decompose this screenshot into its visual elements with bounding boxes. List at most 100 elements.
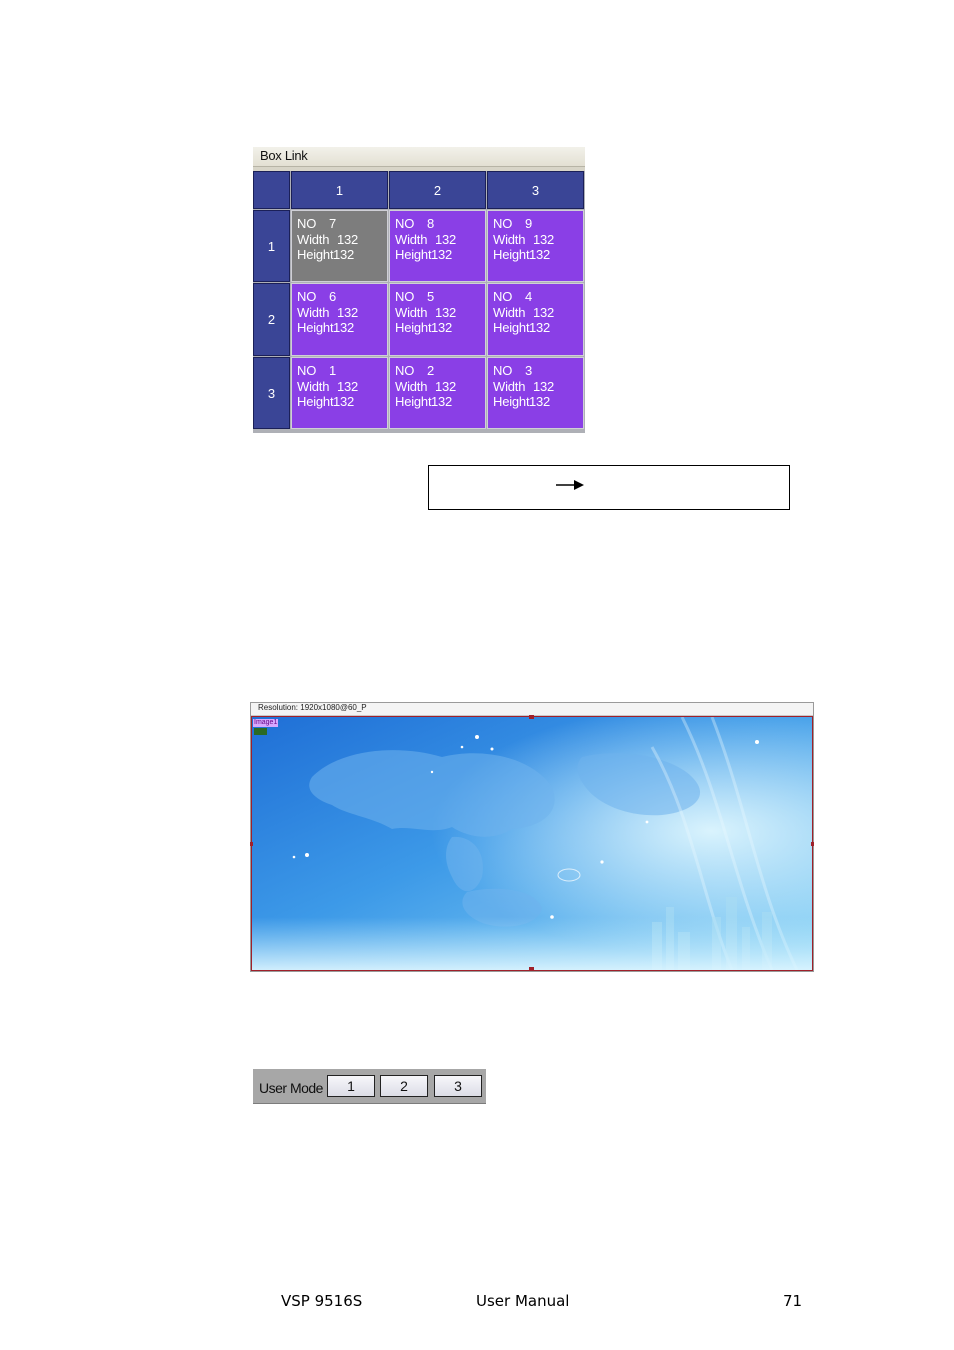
cell-no-label: NO	[297, 363, 317, 378]
user-mode-button-2[interactable]: 2	[380, 1075, 428, 1097]
cell-no-value: 8	[427, 216, 435, 231]
resolution-preview: Resolution: 1920x1080@60_P Image1	[250, 702, 814, 972]
row-header-2: 2	[253, 283, 290, 356]
resize-handle-left[interactable]	[250, 842, 253, 846]
user-mode-button-1[interactable]: 1	[327, 1075, 375, 1097]
cell-width-value: 132	[337, 304, 359, 320]
cell-width-label: Width	[395, 231, 428, 247]
cell-no-value: 5	[427, 289, 435, 304]
cell-width-value: 132	[533, 231, 555, 247]
cell-height-line: Height132	[297, 394, 387, 410]
cell-height-line: Height132	[297, 320, 387, 336]
cell-no-value: 6	[329, 289, 337, 304]
cell-no-label: NO	[395, 216, 415, 231]
cell-no-label: NO	[297, 289, 317, 304]
cell-width-label: Width	[395, 378, 428, 394]
cell-no-value: 7	[329, 216, 337, 231]
row-header-3: 3	[253, 357, 290, 429]
cell-no-line: NO 8	[395, 216, 485, 232]
box-cell[interactable]: NO 6 Width 132 Height132	[291, 283, 388, 356]
box-cell[interactable]: NO 5 Width 132 Height132	[389, 283, 486, 356]
cell-height-value: 132	[529, 320, 551, 335]
column-header-1: 1	[291, 171, 388, 209]
cell-no-label: NO	[395, 289, 415, 304]
cell-no-value: 2	[427, 363, 435, 378]
box-cell[interactable]: NO 7 Width 132 Height132	[291, 210, 388, 282]
user-mode-bar: User Mode 1 2 3	[253, 1069, 486, 1104]
cell-no-line: NO 3	[493, 363, 583, 379]
cell-no-value: 9	[525, 216, 533, 231]
cell-height-label: Height	[395, 320, 432, 335]
resize-handle-bottom[interactable]	[529, 967, 534, 971]
cell-width-line: Width 132	[297, 379, 387, 395]
cell-height-value: 132	[431, 320, 453, 335]
world-map-background	[252, 717, 812, 970]
cell-height-value: 132	[333, 247, 355, 262]
cell-no-value: 3	[525, 363, 533, 378]
box-cell[interactable]: NO 1 Width 132 Height132	[291, 357, 388, 429]
cell-height-label: Height	[395, 247, 432, 262]
cell-height-line: Height132	[297, 247, 387, 263]
box-cell[interactable]: NO 4 Width 132 Height132	[487, 283, 584, 356]
row-header-1: 1	[253, 210, 290, 282]
cell-height-line: Height132	[395, 394, 485, 410]
cell-height-label: Height	[395, 394, 432, 409]
cell-height-value: 132	[333, 320, 355, 335]
cell-width-value: 132	[337, 231, 359, 247]
cell-height-label: Height	[493, 247, 530, 262]
right-arrow-icon	[556, 480, 584, 490]
cell-height-value: 132	[529, 247, 551, 262]
box-cell[interactable]: NO 2 Width 132 Height132	[389, 357, 486, 429]
cell-width-line: Width 132	[297, 305, 387, 321]
resize-handle-right[interactable]	[811, 842, 814, 846]
cell-no-label: NO	[493, 289, 513, 304]
cell-width-value: 132	[533, 378, 555, 394]
user-mode-button-3[interactable]: 3	[434, 1075, 482, 1097]
cell-width-line: Width 132	[395, 379, 485, 395]
cell-width-value: 132	[337, 378, 359, 394]
cell-height-label: Height	[297, 247, 334, 262]
cell-height-line: Height132	[493, 247, 583, 263]
cell-height-label: Height	[493, 394, 530, 409]
preview-canvas[interactable]: Image1	[251, 716, 813, 971]
cell-no-label: NO	[297, 216, 317, 231]
image-layer-label[interactable]: Image1	[253, 719, 279, 727]
footer-page-number: 71	[783, 1292, 803, 1310]
cell-no-label: NO	[493, 216, 513, 231]
box-cell[interactable]: NO 3 Width 132 Height132	[487, 357, 584, 429]
box-cell[interactable]: NO 8 Width 132 Height132	[389, 210, 486, 282]
cell-width-line: Width 132	[493, 305, 583, 321]
cell-height-line: Height132	[493, 320, 583, 336]
cell-width-value: 132	[435, 304, 457, 320]
cell-height-value: 132	[431, 394, 453, 409]
box-cell[interactable]: NO 9 Width 132 Height132	[487, 210, 584, 282]
resize-handle-top[interactable]	[529, 715, 534, 719]
cell-no-line: NO 2	[395, 363, 485, 379]
cell-height-label: Height	[297, 394, 334, 409]
cell-no-line: NO 1	[297, 363, 387, 379]
cell-width-value: 132	[533, 304, 555, 320]
cell-height-label: Height	[493, 320, 530, 335]
cell-width-line: Width 132	[297, 232, 387, 248]
cell-no-line: NO 4	[493, 289, 583, 305]
resolution-text: Resolution: 1920x1080@60_P	[258, 703, 367, 712]
image-layer-swatch[interactable]	[254, 728, 267, 735]
cell-no-label: NO	[493, 363, 513, 378]
cell-height-label: Height	[297, 320, 334, 335]
cell-width-line: Width 132	[493, 379, 583, 395]
cell-no-value: 4	[525, 289, 533, 304]
cell-width-label: Width	[493, 304, 526, 320]
cell-no-value: 1	[329, 363, 337, 378]
box-link-panel: Box Link 1 2 3 1 2 3 NO 7 Width 132 Height132 NO 8 Wi…	[253, 147, 585, 433]
box-link-titlebar: Box Link	[253, 147, 585, 167]
cell-width-label: Width	[395, 304, 428, 320]
cell-width-label: Width	[493, 231, 526, 247]
cell-width-label: Width	[297, 231, 330, 247]
cell-width-label: Width	[297, 304, 330, 320]
cell-width-label: Width	[493, 378, 526, 394]
callout-box	[428, 465, 790, 510]
grid-corner	[253, 171, 290, 209]
cell-height-line: Height132	[493, 394, 583, 410]
box-link-grid: 1 2 3 1 2 3 NO 7 Width 132 Height132 NO 8 Width 132 Hei…	[253, 171, 585, 433]
user-mode-label: User Mode	[259, 1080, 323, 1096]
